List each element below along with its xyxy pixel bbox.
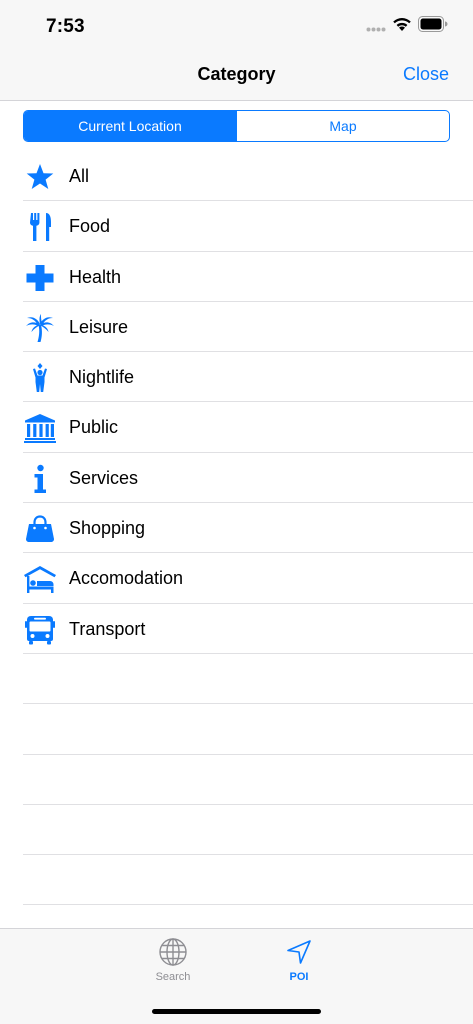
category-row-leisure[interactable]: Leisure bbox=[0, 302, 473, 353]
category-row-public[interactable]: Public bbox=[0, 402, 473, 454]
empty-row bbox=[0, 704, 473, 755]
category-label: Shopping bbox=[69, 518, 146, 539]
tab-label: Search bbox=[155, 971, 191, 983]
empty-row bbox=[0, 654, 473, 705]
category-label: Services bbox=[69, 467, 139, 488]
dancer-icon bbox=[33, 363, 47, 393]
category-label: Transport bbox=[69, 618, 146, 639]
location-segmented-control: Current Location Map bbox=[23, 110, 450, 142]
bus-icon bbox=[25, 615, 55, 645]
building-icon bbox=[24, 414, 56, 444]
category-row-accomodation[interactable]: Accomodation bbox=[0, 553, 473, 604]
category-label: Public bbox=[69, 417, 119, 438]
category-row-health[interactable]: Health bbox=[0, 252, 473, 303]
location-arrow-icon bbox=[287, 940, 311, 964]
category-list: All Food Health Leisure Nightlife Public… bbox=[0, 151, 473, 655]
cellular-signal-icon bbox=[366, 27, 386, 32]
category-row-shopping[interactable]: Shopping bbox=[0, 503, 473, 554]
empty-row bbox=[0, 755, 473, 806]
tab-label: POI bbox=[289, 971, 309, 983]
tab-poi[interactable]: POI bbox=[259, 937, 339, 983]
empty-row bbox=[0, 855, 473, 906]
empty-table-area bbox=[0, 654, 473, 906]
wifi-icon bbox=[393, 18, 411, 31]
category-row-transport[interactable]: Transport bbox=[0, 604, 473, 655]
cross-icon bbox=[26, 264, 54, 291]
category-label: Nightlife bbox=[69, 367, 135, 388]
empty-row bbox=[0, 805, 473, 856]
star-icon bbox=[26, 164, 54, 189]
category-row-nightlife[interactable]: Nightlife bbox=[0, 352, 473, 403]
category-row-services[interactable]: Services bbox=[0, 453, 473, 504]
category-label: Leisure bbox=[69, 316, 129, 337]
navigation-bar: Category Close bbox=[0, 50, 473, 101]
globe-icon bbox=[159, 938, 187, 966]
category-row-all[interactable]: All bbox=[0, 151, 473, 202]
status-bar: 7:53 bbox=[0, 0, 473, 50]
segment-map[interactable]: Map bbox=[236, 111, 449, 141]
bed-icon bbox=[24, 566, 56, 594]
segment-current-location[interactable]: Current Location bbox=[24, 111, 236, 141]
fork-knife-icon bbox=[30, 213, 51, 242]
category-label: All bbox=[69, 166, 90, 186]
category-label: Accomodation bbox=[69, 568, 184, 589]
status-time: 7:53 bbox=[46, 16, 85, 37]
info-icon bbox=[34, 464, 46, 493]
category-label: Health bbox=[69, 266, 122, 287]
home-indicator bbox=[152, 1009, 321, 1014]
palm-tree-icon bbox=[26, 313, 54, 342]
category-row-food[interactable]: Food bbox=[0, 201, 473, 252]
category-label: Food bbox=[69, 216, 111, 237]
battery-icon bbox=[418, 16, 448, 32]
tab-search[interactable]: Search bbox=[133, 937, 213, 983]
shopping-bag-icon bbox=[26, 515, 54, 543]
close-button[interactable]: Close bbox=[403, 64, 449, 85]
